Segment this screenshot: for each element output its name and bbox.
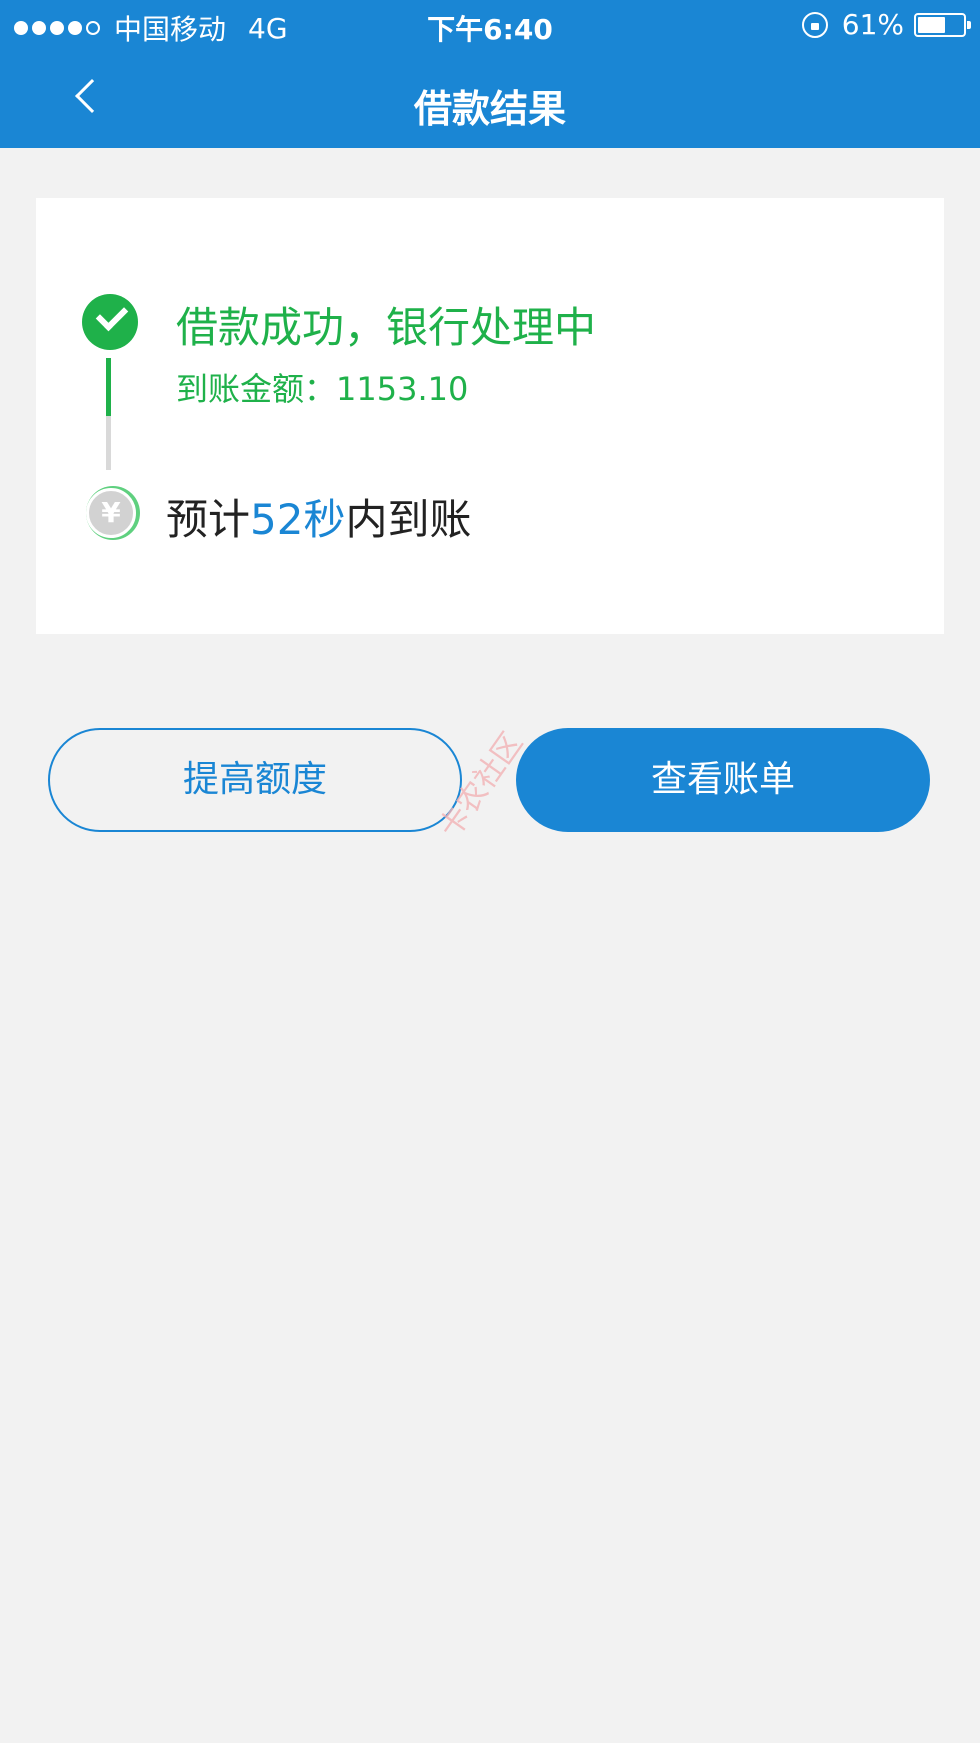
view-bill-button[interactable]: 查看账单	[516, 728, 930, 832]
eta-line: 预计52秒内到账	[166, 486, 471, 547]
amount-line: 到账金额：1153.10	[176, 364, 468, 410]
page-title: 借款结果	[413, 87, 566, 131]
eta-prefix: 预计	[166, 495, 251, 544]
battery-percentage: 61%	[841, 8, 904, 41]
top-bar: 中国移动 4G 下午6:40 61% 借款结果	[0, 0, 980, 148]
check-circle-icon	[82, 294, 138, 350]
eta-suffix: 内到账	[345, 495, 472, 544]
status-bar: 中国移动 4G 下午6:40 61%	[0, 0, 980, 50]
eta-value: 52秒	[250, 495, 346, 544]
battery-icon	[914, 12, 971, 37]
nav-bar: 借款结果	[0, 50, 980, 148]
progress-line-pending	[106, 416, 111, 470]
rotation-lock-icon	[801, 11, 828, 38]
yen-icon: ¥	[86, 488, 136, 538]
amount-value: 1153.10	[336, 370, 469, 408]
progress-line-done	[106, 358, 111, 416]
success-title: 借款成功，银行处理中	[176, 303, 597, 352]
status-right: 61%	[801, 8, 971, 41]
result-card: ¥ 借款成功，银行处理中 到账金额：1153.10 预计52秒内到账	[36, 198, 944, 634]
raise-limit-button[interactable]: 提高额度	[48, 728, 462, 832]
amount-label: 到账金额：	[176, 370, 337, 408]
